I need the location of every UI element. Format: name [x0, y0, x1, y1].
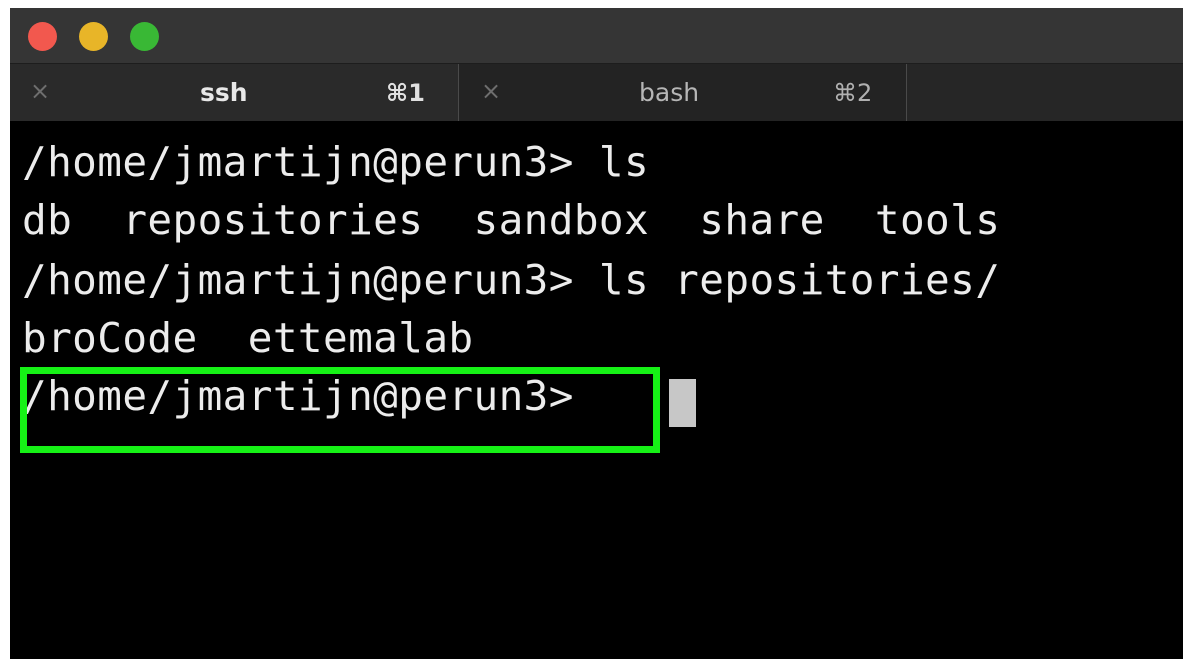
prompt-highlight-box [20, 367, 660, 453]
terminal-window: × ssh ⌘1 × bash ⌘2 /home/jmartijn@perun3… [10, 8, 1183, 659]
tab-ssh[interactable]: × ssh ⌘1 [10, 64, 459, 121]
tab-title: bash [639, 78, 700, 107]
zoom-window-button[interactable] [130, 22, 159, 51]
terminal-output[interactable]: /home/jmartijn@perun3> ls db repositorie… [10, 121, 1183, 659]
minimize-window-button[interactable] [79, 22, 108, 51]
tab-bash[interactable]: × bash ⌘2 [459, 64, 907, 121]
tab-shortcut: ⌘2 [833, 79, 873, 107]
tab-bar: × ssh ⌘1 × bash ⌘2 [10, 63, 1183, 121]
tab-title: ssh [200, 78, 248, 107]
terminal-line: /home/jmartijn@perun3> ls [22, 138, 650, 186]
terminal-line: broCode ettemalab [22, 314, 474, 362]
title-bar [10, 8, 1183, 63]
terminal-cursor [669, 379, 696, 427]
terminal-line: /home/jmartijn@perun3> ls repositories/ [22, 256, 1001, 304]
close-window-button[interactable] [28, 22, 57, 51]
close-tab-icon[interactable]: × [28, 76, 52, 106]
tab-shortcut: ⌘1 [386, 79, 425, 107]
close-tab-icon[interactable]: × [479, 76, 503, 106]
terminal-line: db repositories sandbox share tools [22, 196, 1001, 244]
